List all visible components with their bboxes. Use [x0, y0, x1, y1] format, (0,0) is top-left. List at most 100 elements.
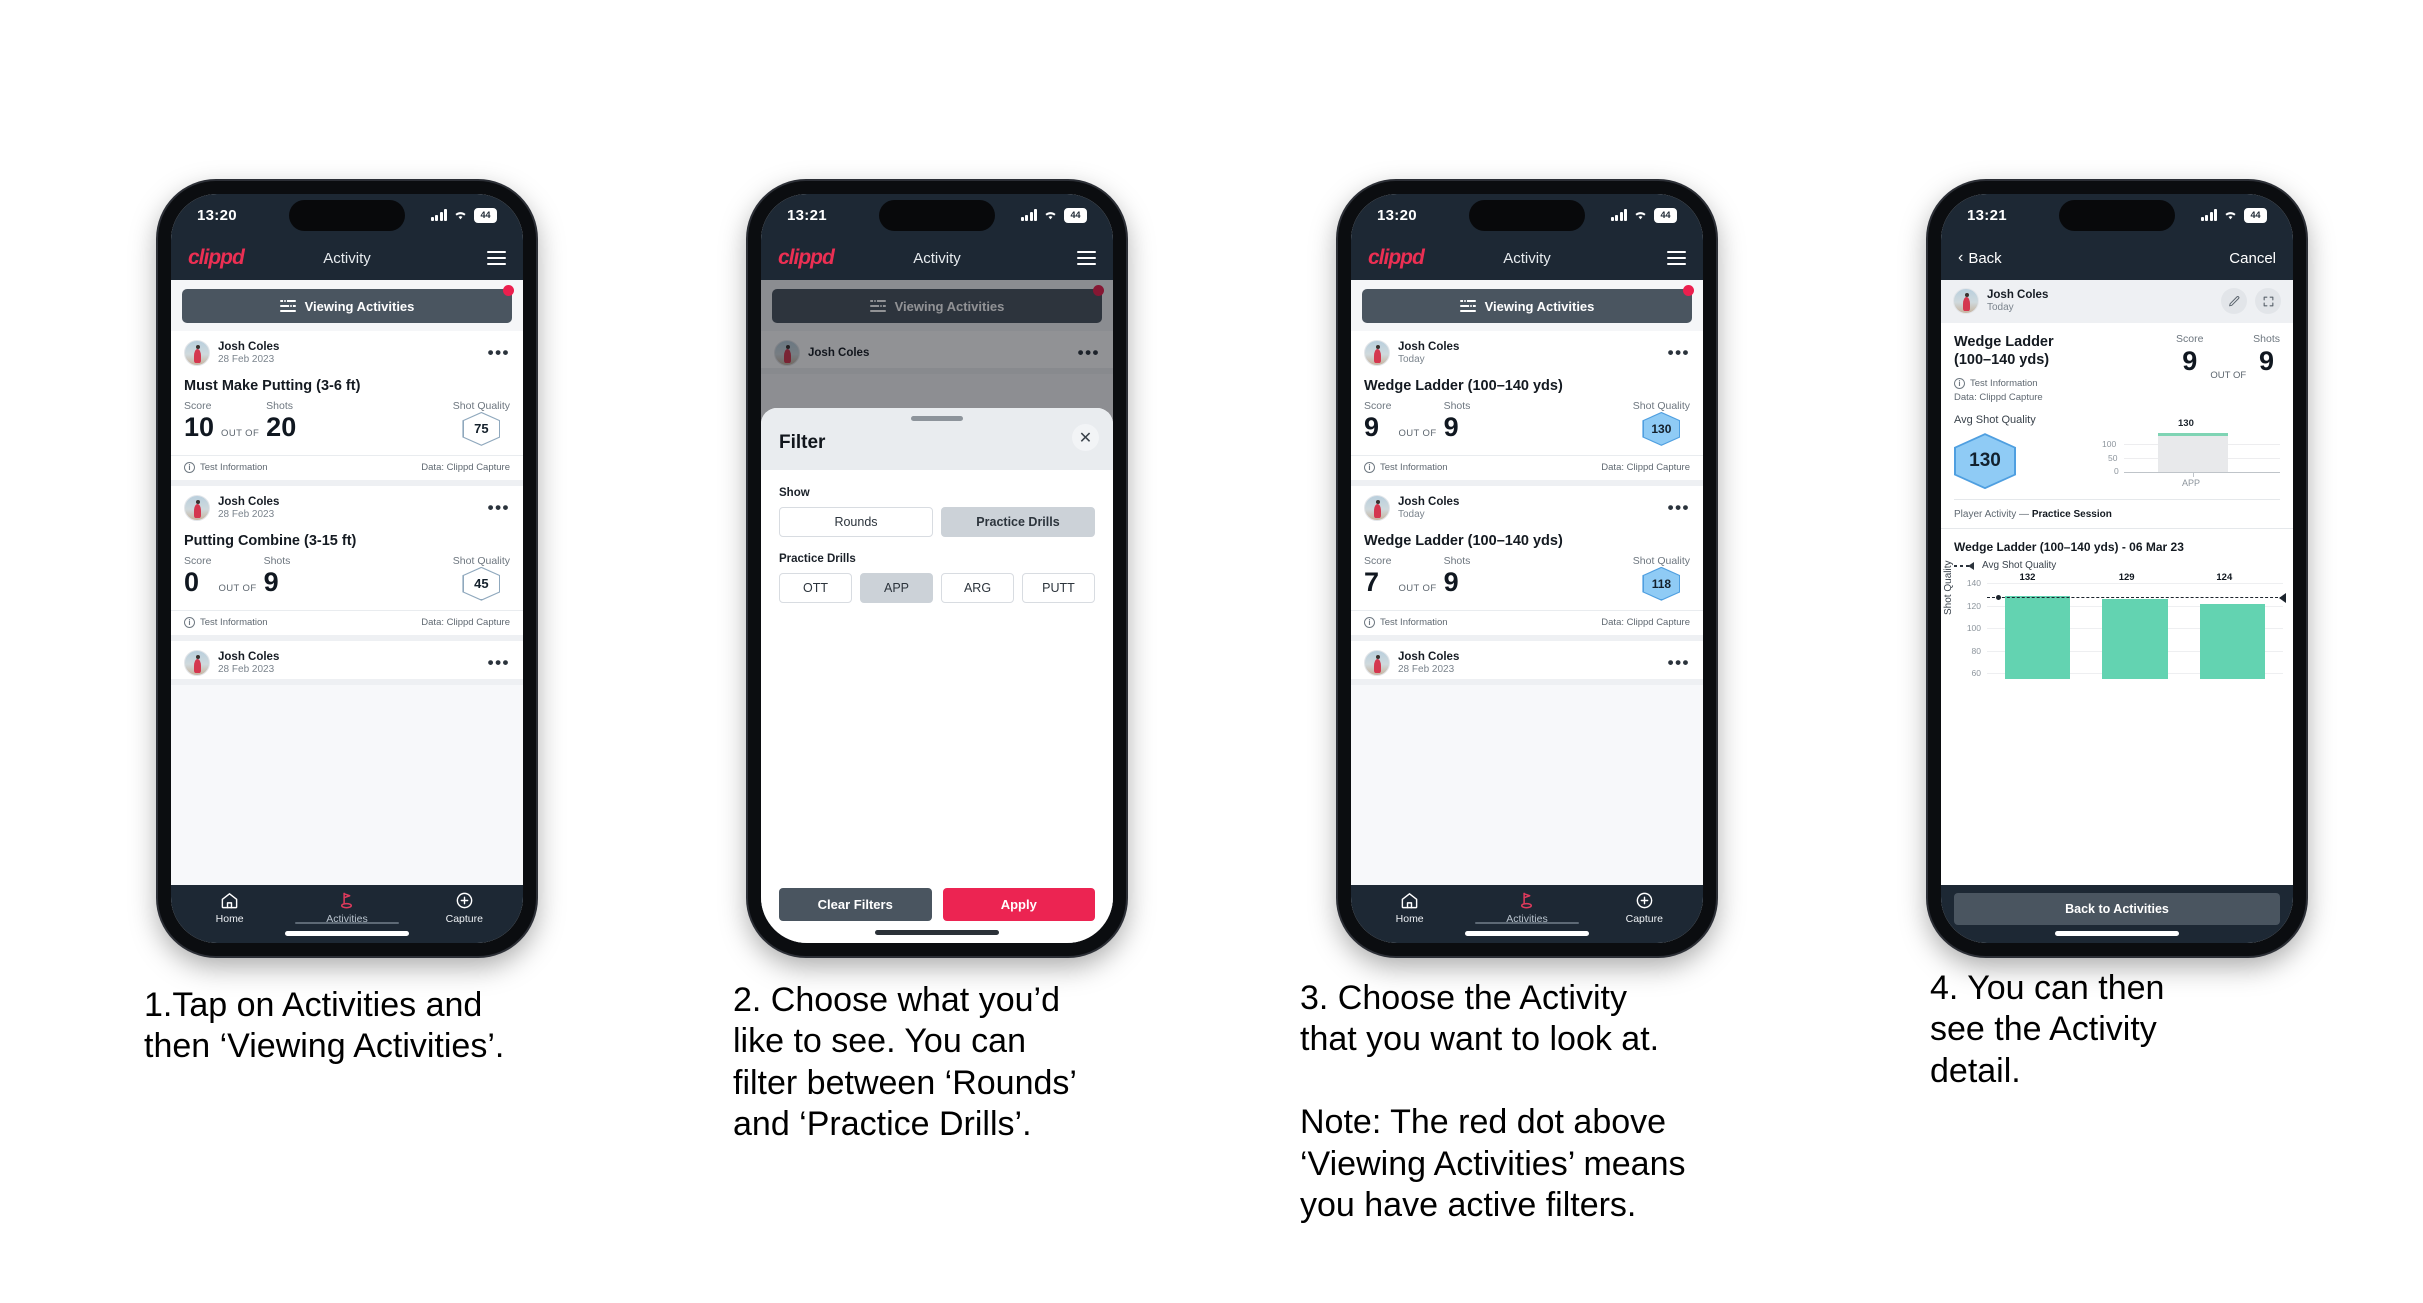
back-label: Back	[1968, 249, 2002, 267]
bottom-tab-bar: Home Activities Capture	[1351, 885, 1703, 943]
dynamic-island	[879, 200, 995, 231]
card-menu-icon[interactable]: •••	[488, 499, 510, 516]
test-information[interactable]: i Test Information	[1364, 461, 1448, 473]
user-name: Josh Coles	[218, 341, 280, 353]
hamburger-icon[interactable]	[487, 250, 506, 266]
ytick-120: 120	[1966, 600, 1981, 611]
player-activity-type: Practice Session	[2031, 509, 2112, 521]
avatar	[184, 650, 210, 677]
avg-line-arrow	[2278, 592, 2286, 603]
bottom-tab-bar: Home Activities Capture	[171, 885, 523, 943]
battery-indicator: 44	[1654, 207, 1677, 223]
activity-date: Today	[1398, 354, 1425, 366]
activity-date: 28 Feb 2023	[218, 354, 275, 366]
tab-activities[interactable]: Activities	[1469, 891, 1585, 925]
chart-title: Wedge Ladder (100–140 yds) - 06 Mar 23	[1954, 540, 2184, 555]
out-of-label: OUT OF	[218, 582, 257, 594]
mini-xtick-app: APP	[2182, 478, 2201, 489]
test-information[interactable]: i Test Information	[184, 461, 268, 473]
viewing-activities-button[interactable]: Viewing Activities	[182, 289, 512, 323]
test-information[interactable]: i Test Information	[1954, 378, 2064, 390]
activity-card-partial[interactable]: Josh Coles 28 Feb 2023 •••	[171, 640, 523, 685]
score-label: Score	[184, 399, 212, 412]
status-bar: 13:21 44	[1941, 194, 2293, 236]
clippd-logo[interactable]: clippd	[188, 246, 245, 270]
activity-card[interactable]: Josh Coles Today ••• Wedge Ladder (100–1…	[1351, 331, 1703, 486]
tab-capture[interactable]: Capture	[406, 891, 522, 925]
apply-button[interactable]: Apply	[942, 888, 1095, 921]
sliders-icon	[279, 298, 296, 313]
card-menu-icon[interactable]: •••	[1668, 654, 1690, 671]
shot-quality-badge: 45	[462, 566, 501, 601]
card-menu-icon[interactable]: •••	[488, 344, 510, 361]
tab-home[interactable]: Home	[172, 891, 288, 925]
shots-value: 9	[1443, 566, 1459, 597]
pencil-icon[interactable]	[2221, 288, 2247, 315]
tab-home[interactable]: Home	[1352, 891, 1468, 925]
home-indicator[interactable]	[285, 931, 409, 936]
clippd-logo[interactable]: clippd	[1368, 246, 1425, 270]
app-header: clippd Activity	[761, 236, 1113, 280]
app-header: clippd Activity	[171, 236, 523, 280]
drill-option-arg[interactable]: ARG	[941, 573, 1014, 603]
home-indicator[interactable]	[2055, 931, 2179, 936]
clippd-logo[interactable]: clippd	[778, 246, 835, 270]
shots-value: 20	[266, 411, 297, 442]
tutorial-stage: 13:20 44 clippd Activity Viewing Activit…	[0, 0, 2423, 1303]
app-header: clippd Activity	[1351, 236, 1703, 280]
tab-capture[interactable]: Capture	[1586, 891, 1702, 925]
fullscreen-icon[interactable]	[2255, 288, 2281, 315]
drill-option-app[interactable]: APP	[860, 573, 933, 603]
card-menu-icon[interactable]: •••	[1668, 344, 1690, 361]
activity-card[interactable]: Josh Coles 28 Feb 2023 ••• Putting Combi…	[171, 485, 523, 641]
back-button[interactable]: ‹ Back	[1958, 250, 2002, 267]
phone3-content: Viewing Activities Josh Coles Today ••• …	[1351, 280, 1703, 885]
phone4-screen: 13:21 44 ‹ Back Cancel Josh Coles Today …	[1941, 194, 2293, 943]
filter-bar-wrap: Viewing Activities	[1351, 280, 1703, 331]
score-label: Score	[1364, 399, 1392, 412]
close-icon[interactable]: ✕	[1072, 424, 1099, 451]
activity-card[interactable]: Josh Coles Today ••• Wedge Ladder (100–1…	[1351, 485, 1703, 641]
test-information[interactable]: i Test Information	[1364, 616, 1448, 628]
sheet-grabber[interactable]	[911, 416, 963, 421]
info-icon: i	[184, 616, 195, 628]
home-indicator[interactable]	[875, 930, 999, 935]
card-menu-icon[interactable]: •••	[1668, 499, 1690, 516]
drill-option-putt[interactable]: PUTT	[1022, 573, 1095, 603]
user-name: Josh Coles	[1398, 650, 1460, 663]
hamburger-icon[interactable]	[1667, 250, 1686, 266]
home-icon	[220, 891, 239, 910]
card-header: Josh Coles 28 Feb 2023 •••	[184, 340, 510, 369]
show-option-practice-drills[interactable]: Practice Drills	[941, 507, 1095, 537]
viewing-activities-button[interactable]: Viewing Activities	[1362, 289, 1692, 323]
show-option-rounds[interactable]: Rounds	[779, 507, 933, 537]
status-time: 13:20	[197, 206, 237, 224]
card-metrics: Score 0 OUT OF Shots 9 Shot Quality 45	[184, 551, 510, 610]
phone2-content: Viewing Activities Josh Coles ••• Filter…	[761, 280, 1113, 943]
activity-title: Wedge Ladder (100–140 yds)	[1364, 532, 1563, 549]
activity-title: Wedge Ladder (100–140 yds)	[1954, 333, 2054, 368]
hamburger-icon[interactable]	[1077, 250, 1096, 266]
card-menu-icon[interactable]: •••	[488, 654, 510, 671]
home-indicator[interactable]	[1465, 931, 1589, 936]
card-metrics: Score 10 OUT OF Shots 20 Shot Quality 75	[184, 396, 510, 455]
data-source-label: Data: Clippd Capture	[421, 616, 510, 628]
test-information[interactable]: i Test Information	[184, 616, 268, 628]
activity-card-partial[interactable]: Josh Coles 28 Feb 2023 •••	[1351, 640, 1703, 685]
back-to-activities-button[interactable]: Back to Activities	[1954, 893, 2280, 925]
avg-shot-quality-block: Avg Shot Quality 130	[1954, 414, 2036, 490]
battery-indicator: 44	[1064, 207, 1087, 223]
clear-filters-button[interactable]: Clear Filters	[779, 888, 932, 921]
cancel-button[interactable]: Cancel	[2229, 250, 2276, 267]
dynamic-island	[2059, 200, 2175, 231]
shots-block: Shots 9	[1444, 555, 1471, 598]
user-name: Josh Coles	[1987, 289, 2049, 301]
drill-option-ott[interactable]: OTT	[779, 573, 852, 603]
show-options: Rounds Practice Drills	[779, 507, 1095, 537]
activity-date: Today	[1987, 302, 2014, 314]
tab-activities[interactable]: Activities	[289, 891, 405, 925]
mini-ytick-100: 100	[2102, 439, 2117, 450]
score-label: Score	[1364, 554, 1392, 567]
activity-card[interactable]: Josh Coles 28 Feb 2023 ••• Must Make Put…	[171, 331, 523, 486]
phone2-screen: 13:21 44 clippd Activity Viewing Activit…	[761, 194, 1113, 943]
